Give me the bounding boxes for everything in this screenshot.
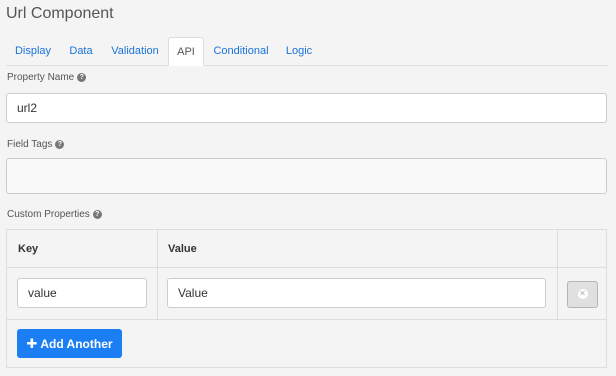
custom-properties-label-text: Custom Properties bbox=[7, 209, 90, 220]
tab-conditional[interactable]: Conditional bbox=[204, 37, 278, 65]
field-tags-input[interactable] bbox=[6, 158, 607, 194]
tab-validation[interactable]: Validation bbox=[102, 37, 168, 65]
custom-properties-label: Custom Properties? bbox=[7, 209, 102, 220]
value-input[interactable]: Value bbox=[167, 278, 546, 308]
property-name-label-text: Property Name bbox=[7, 72, 75, 83]
add-another-label: Add Another bbox=[40, 337, 113, 351]
field-tags-label: Field Tags? bbox=[7, 139, 65, 150]
tab-bar: Display Data Validation API Conditional … bbox=[6, 37, 608, 66]
property-name-label: Property Name? bbox=[7, 72, 87, 83]
tab-display[interactable]: Display bbox=[6, 37, 60, 65]
grid-header-row bbox=[7, 230, 606, 268]
value-column-header: Value bbox=[168, 243, 197, 255]
field-tags-label-text: Field Tags bbox=[7, 139, 53, 150]
remove-circle-icon: ✕ bbox=[577, 289, 588, 299]
remove-row-button[interactable]: ✕ bbox=[567, 281, 598, 308]
help-icon[interactable]: ? bbox=[55, 139, 65, 149]
component-title: Url Component bbox=[6, 5, 114, 22]
help-icon[interactable]: ? bbox=[77, 72, 87, 82]
plus-icon: ✚ bbox=[26, 336, 38, 351]
add-another-button[interactable]: ✚ Add Another bbox=[17, 329, 122, 358]
value-column-cell bbox=[158, 230, 558, 267]
help-icon[interactable]: ? bbox=[92, 209, 102, 219]
key-input[interactable]: value bbox=[17, 278, 147, 308]
tab-logic[interactable]: Logic bbox=[278, 37, 320, 65]
tab-api[interactable]: API bbox=[168, 37, 204, 66]
property-name-input[interactable]: url2 bbox=[6, 93, 607, 123]
key-column-header: Key bbox=[18, 243, 39, 255]
tab-data[interactable]: Data bbox=[60, 37, 102, 65]
